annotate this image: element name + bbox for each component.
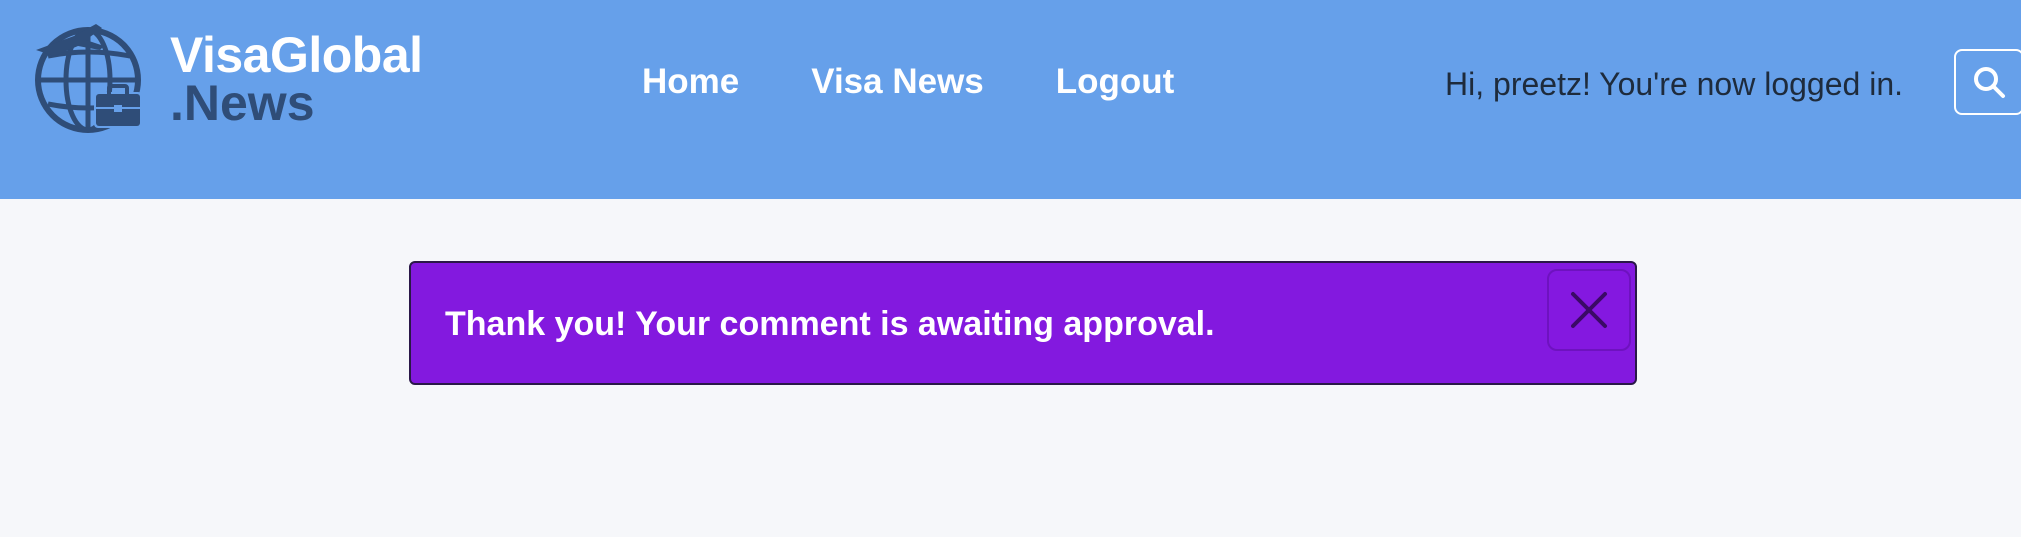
nav-link-visa-news[interactable]: Visa News — [811, 58, 984, 106]
brand-name: VisaGlobal — [170, 27, 423, 83]
site-logo[interactable]: VisaGlobal .News — [34, 20, 434, 140]
search-button[interactable] — [1954, 49, 2021, 115]
nav-link-logout[interactable]: Logout — [1056, 58, 1175, 106]
site-header: VisaGlobal .News Home Visa News Logout H… — [0, 0, 2021, 199]
main-nav: Home Visa News Logout — [642, 58, 1174, 106]
search-icon — [1974, 67, 2005, 98]
nav-link-home[interactable]: Home — [642, 58, 739, 106]
globe-airplane-briefcase-icon — [35, 24, 142, 133]
login-greeting: Hi, preetz! You're now logged in. — [1445, 66, 1903, 102]
close-icon — [1571, 292, 1607, 328]
comment-approval-alert: Thank you! Your comment is awaiting appr… — [409, 261, 1637, 385]
alert-message: Thank you! Your comment is awaiting appr… — [445, 305, 1215, 343]
alert-close-button[interactable] — [1547, 269, 1631, 351]
brand-suffix: .News — [170, 75, 315, 131]
